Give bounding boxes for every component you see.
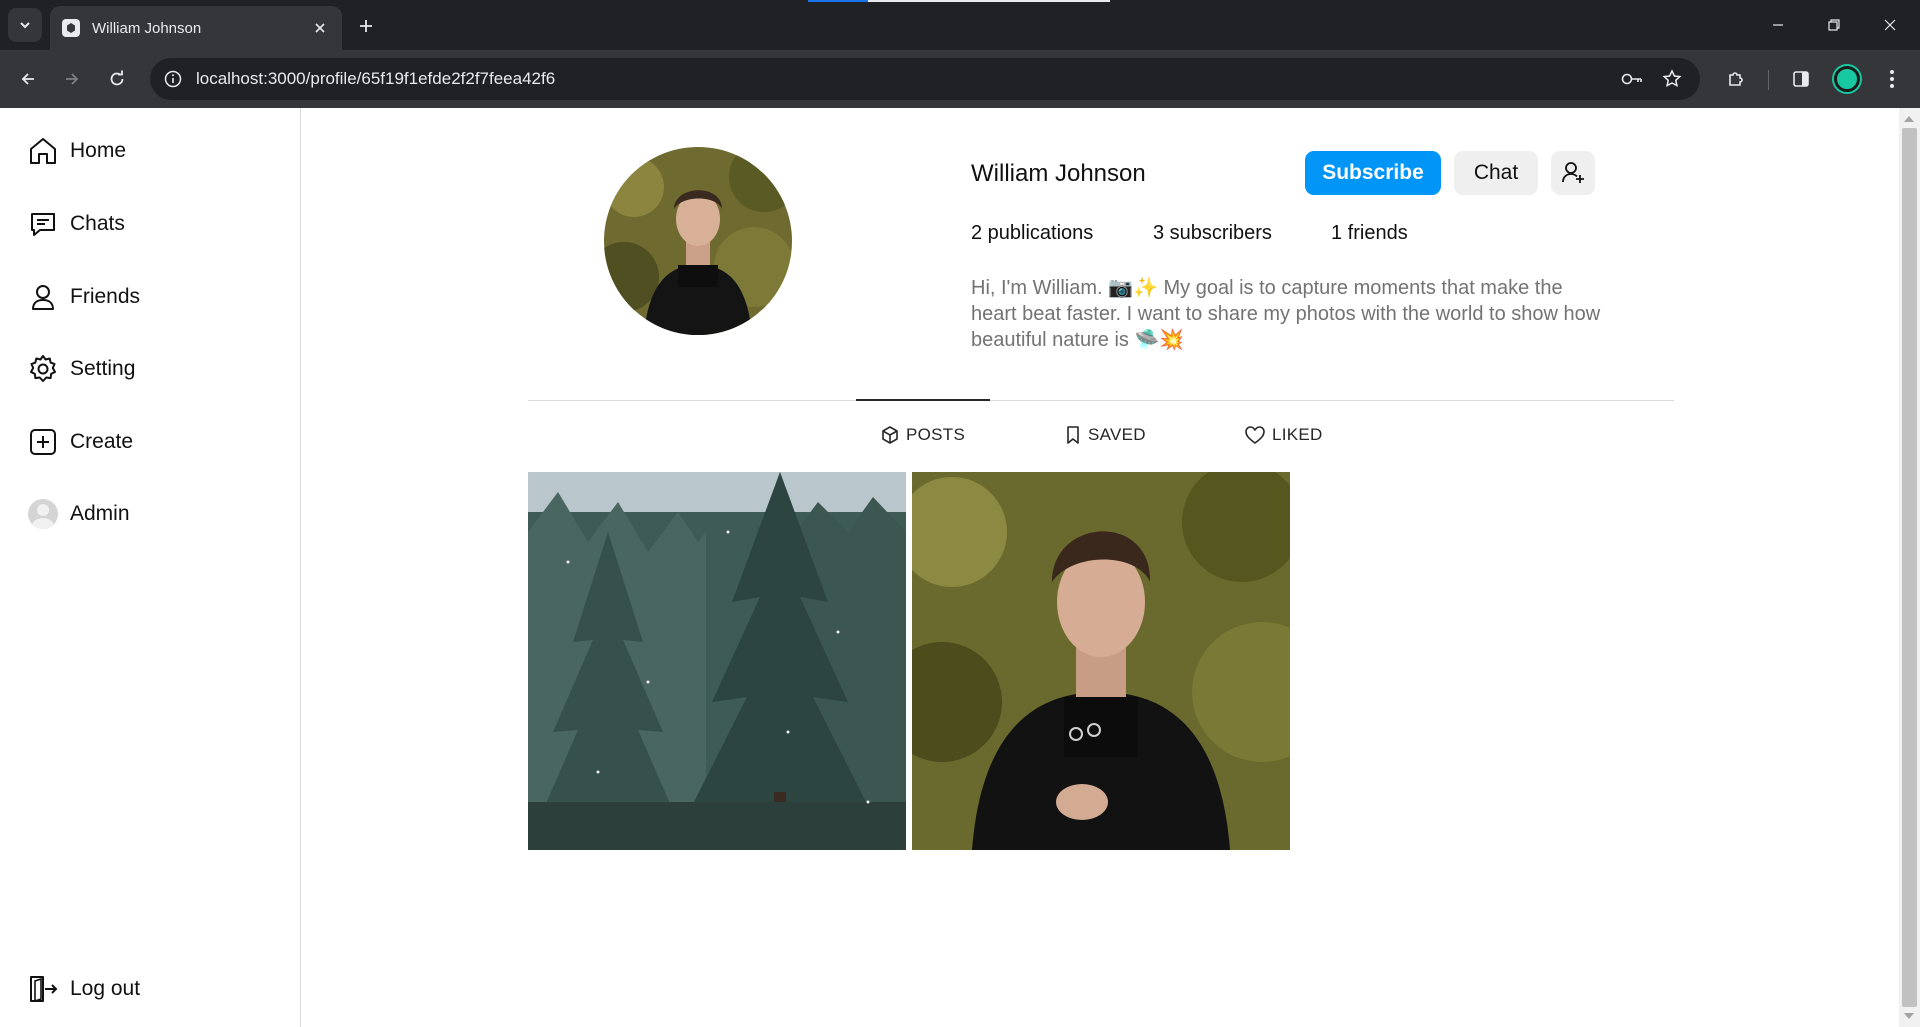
reload-button[interactable]	[101, 63, 133, 95]
sidebar-item-label: Friends	[70, 285, 141, 308]
plus-icon	[360, 20, 372, 32]
puzzle-icon	[1729, 72, 1743, 86]
minimize-icon	[1773, 24, 1783, 26]
tab-title: William Johnson	[92, 19, 202, 37]
subscribers-count[interactable]: 3 subscribers	[1153, 222, 1272, 245]
favicon-icon	[62, 19, 80, 37]
scroll-down-arrow-icon[interactable]	[1904, 1013, 1914, 1019]
browser-tab[interactable]: William Johnson	[50, 6, 342, 50]
sidebar-item-label: Admin	[70, 502, 130, 525]
close-tab-icon[interactable]	[310, 18, 330, 38]
site-info-icon[interactable]	[164, 70, 182, 88]
new-tab-button[interactable]	[352, 12, 380, 40]
add-user-icon	[1562, 162, 1584, 183]
reload-icon	[110, 70, 124, 86]
kebab-menu-icon	[1890, 70, 1894, 88]
user-icon	[26, 280, 60, 314]
sidebar-item-create[interactable]: Create	[26, 420, 133, 464]
tab-saved[interactable]: SAVED	[1064, 423, 1146, 447]
sidebar-item-label: Create	[70, 430, 134, 453]
friends-count[interactable]: 1 friends	[1331, 222, 1408, 245]
profile-avatar-icon	[1834, 66, 1860, 92]
forward-button[interactable]	[56, 63, 88, 95]
profile-page: William Johnson Subscribe Chat 2 publica…	[302, 108, 1899, 1027]
close-icon	[1884, 19, 1896, 31]
plus-square-icon	[26, 425, 60, 459]
profile-avatar[interactable]	[604, 147, 792, 335]
loading-bar	[808, 0, 1110, 2]
tab-liked[interactable]: LIKED	[1244, 423, 1323, 447]
side-panel-button[interactable]	[1785, 63, 1817, 95]
sidebar-item-setting[interactable]: Setting	[26, 347, 135, 391]
restore-icon	[1828, 19, 1840, 31]
page-scrollbar[interactable]	[1899, 108, 1920, 1027]
side-panel-icon	[1793, 71, 1809, 87]
avatar-icon	[26, 497, 60, 531]
app-root: Home Chats Friends Setting Create Admin …	[0, 108, 1920, 1027]
post-image-portrait	[912, 472, 1290, 850]
post-thumbnail[interactable]	[912, 472, 1290, 850]
profile-username: William Johnson	[971, 160, 1146, 187]
post-image-forest	[528, 472, 906, 850]
scroll-up-arrow-icon[interactable]	[1904, 116, 1914, 122]
sidebar: Home Chats Friends Setting Create Admin …	[0, 108, 301, 1027]
back-button[interactable]	[12, 63, 44, 95]
sidebar-item-friends[interactable]: Friends	[26, 275, 140, 319]
password-key-icon[interactable]	[1618, 65, 1646, 93]
profile-button[interactable]	[1831, 63, 1863, 95]
home-icon	[26, 134, 60, 168]
star-bookmark-icon[interactable]	[1658, 65, 1686, 93]
logout-button[interactable]: Log out	[26, 967, 140, 1011]
logout-label: Log out	[70, 977, 141, 1000]
sidebar-item-label: Setting	[70, 357, 136, 380]
chat-bubble-icon	[26, 207, 60, 241]
tab-search-button[interactable]	[8, 8, 42, 42]
sidebar-item-chats[interactable]: Chats	[26, 202, 125, 246]
logout-icon	[26, 972, 60, 1006]
address-bar[interactable]: localhost:3000/profile/65f19f1efde2f2f7f…	[150, 58, 1700, 100]
heart-icon	[1244, 425, 1266, 445]
close-window-button[interactable]	[1862, 0, 1918, 50]
scrollbar-thumb[interactable]	[1902, 128, 1917, 1007]
tab-posts-label: POSTS	[906, 425, 966, 444]
gear-icon	[26, 352, 60, 386]
restore-button[interactable]	[1806, 0, 1862, 50]
chevron-down-icon	[20, 22, 30, 29]
minimize-button[interactable]	[1750, 0, 1806, 50]
add-friend-button[interactable]	[1551, 151, 1595, 195]
post-thumbnail[interactable]	[528, 472, 906, 850]
tab-posts[interactable]: POSTS	[880, 423, 965, 447]
browser-tabstrip: William Johnson	[0, 0, 1920, 50]
tab-saved-label: SAVED	[1088, 425, 1146, 444]
extensions-button[interactable]	[1720, 63, 1752, 95]
subscribe-button[interactable]: Subscribe	[1305, 151, 1441, 195]
bookmark-icon	[1064, 425, 1082, 445]
arrow-left-icon	[21, 73, 34, 85]
tab-liked-label: LIKED	[1272, 425, 1323, 444]
url-text[interactable]: localhost:3000/profile/65f19f1efde2f2f7f…	[196, 69, 1606, 89]
browser-toolbar: localhost:3000/profile/65f19f1efde2f2f7f…	[0, 50, 1920, 108]
active-tab-indicator	[856, 399, 990, 401]
sidebar-item-home[interactable]: Home	[26, 129, 126, 173]
toolbar-separator	[1768, 70, 1769, 90]
profile-bio: Hi, I'm William. 📷✨ My goal is to captur…	[971, 277, 1601, 351]
sidebar-item-label: Chats	[70, 212, 125, 235]
arrow-right-icon	[66, 73, 79, 85]
sidebar-item-admin[interactable]: Admin	[26, 492, 130, 536]
sidebar-item-label: Home	[70, 139, 127, 162]
chat-button[interactable]: Chat	[1454, 151, 1538, 195]
cube-icon	[880, 425, 900, 445]
tabs-divider	[528, 400, 1674, 401]
menu-button[interactable]	[1876, 63, 1908, 95]
publications-count: 2 publications	[971, 222, 1094, 244]
